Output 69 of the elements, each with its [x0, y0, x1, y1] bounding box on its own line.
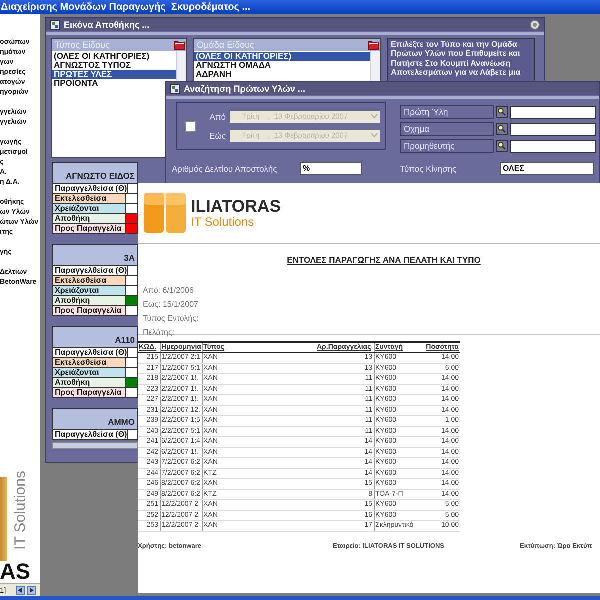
search-button[interactable] — [496, 140, 508, 152]
search-button[interactable] — [496, 106, 508, 118]
report-field: Από: 6/1/2006 — [143, 286, 600, 296]
list-item[interactable]: ΑΓΝΩΣΤΟΣ ΤΥΠΟΣ — [52, 61, 176, 70]
report-field: Εως: 15/1/2007 — [143, 300, 600, 310]
field-label: Τύπος Κίνησης — [400, 164, 458, 174]
field-label: Πρώτη Ύλη — [400, 105, 494, 119]
search-icon — [498, 108, 506, 116]
right-arrow-icon — [29, 588, 34, 592]
field-label: Αριθμός Δελτίου Αποστολής — [172, 164, 278, 174]
row-label: Παραγγελθείσα (Θ) — [53, 266, 128, 275]
row-label: Χρειάζονται — [53, 204, 125, 213]
row-label: Χρειάζονται — [53, 286, 125, 295]
row-label: Προς Παραγγελία — [53, 224, 125, 233]
previous-button[interactable] — [16, 586, 26, 594]
row-label: Προς Παραγγελία — [53, 388, 125, 397]
row-label: Προς Παραγγελία — [53, 306, 125, 315]
row-label: Αποθήκη — [53, 296, 125, 305]
window-icon — [50, 20, 60, 30]
logo-text: AS — [0, 561, 32, 583]
row-label: Εκτελεσθείσα — [53, 194, 125, 203]
chevron-icon — [371, 114, 378, 119]
logo-tagline: IT Solutions — [12, 471, 29, 550]
company-name: ILIATORAS — [191, 198, 282, 216]
card-title: Α110 — [115, 335, 135, 345]
gear-icon — [530, 20, 540, 30]
input-field[interactable] — [510, 140, 596, 152]
search-icon — [498, 142, 506, 150]
list-item[interactable]: (ΟΛΕΣ ΟΙ ΚΑΤΗΓΟΡΙΕΣ) — [52, 52, 176, 61]
search-icon — [498, 125, 506, 133]
company-tagline: IT Solutions — [191, 216, 256, 228]
card-title: ΑΓΝΩΣΤΟ ΕΙΔΟΣ — [66, 171, 135, 181]
field-label: Εώς — [208, 130, 227, 140]
list-item[interactable]: ΑΔΡΑΝΗ — [194, 70, 370, 79]
chevron-icon — [371, 133, 378, 138]
card-title: 3Α — [124, 253, 135, 263]
row-label: Παραγγελθείσα (Θ) — [53, 348, 128, 357]
list-item[interactable]: (ΟΛΕΣ ΟΙ ΚΑΤΗΓΟΡΙΕΣ) — [194, 52, 370, 61]
row-label: Παραγγελθείσα (Θ) — [53, 184, 128, 193]
window-title: Εικόνα Αποθήκης ... — [64, 20, 151, 30]
list-item[interactable]: ΠΡΩΤΕΣ ΥΛΕΣ — [52, 70, 176, 79]
window-title: Διαχείρισης Μονάδων Παραγωγής Σκυροδέματος ... — [0, 2, 251, 12]
window-title: Αναζήτηση Πρώτων Υλών ... — [184, 84, 306, 94]
card-title: ΑΜΜΟ — [108, 417, 135, 427]
window-icon — [170, 84, 180, 94]
input-field[interactable] — [510, 122, 596, 136]
date-checkbox[interactable] — [185, 120, 196, 132]
list-title: Τύπος Είδους — [55, 40, 110, 50]
logo-icon — [143, 192, 187, 234]
input-field[interactable] — [510, 106, 596, 118]
report-title: ΕΝΤΟΛΕΣ ΠΑΡΑΓΩΓΗΣ ΑΝΑ ΠΕΛΑΤΗ ΚΑΙ ΤΥΠΟ — [286, 255, 482, 265]
input-field[interactable]: % — [300, 162, 362, 175]
field-label: Προμηθευτής — [400, 139, 494, 153]
list-title: Ομάδα Είδους — [197, 40, 254, 50]
report-field: Πελάτης: — [143, 328, 600, 338]
row-label: Αποθήκη — [53, 214, 125, 223]
list-item[interactable]: ΑΓΝΩΣΤΗ ΟΜΑΔΑ — [194, 61, 370, 70]
left-arrow-icon — [18, 588, 24, 592]
row-label: Χρειάζονται — [53, 368, 125, 377]
row-label: Αποθήκη — [53, 378, 125, 387]
next-button[interactable] — [27, 586, 36, 594]
report-field: Τύπος Εντολής: — [143, 314, 600, 324]
input-field[interactable]: ΟΛΕΣ — [500, 162, 594, 175]
row-label: Εκτελεσθείσα — [53, 276, 125, 285]
row-label: Εκτελεσθείσα — [53, 358, 125, 367]
search-button[interactable] — [496, 123, 508, 135]
field-label: Από — [208, 112, 227, 122]
field-label: Όχημα — [400, 122, 494, 136]
row-label: Παραγγελθείσα (Θ) — [53, 430, 128, 439]
